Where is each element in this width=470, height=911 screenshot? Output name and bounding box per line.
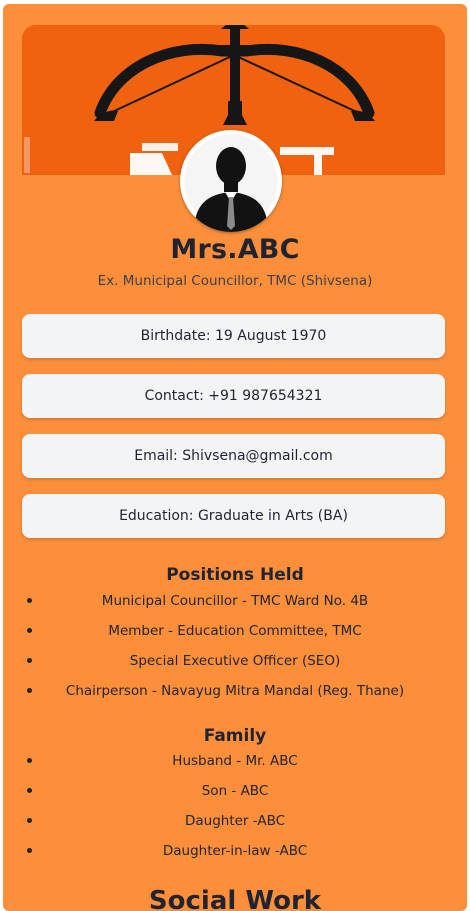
bullet-icon bbox=[27, 758, 32, 763]
bullet-icon bbox=[27, 598, 32, 603]
bullet-icon bbox=[27, 818, 32, 823]
list-item: Municipal Councillor - TMC Ward No. 4B bbox=[3, 591, 467, 621]
list-item: Husband - Mr. ABC bbox=[3, 751, 467, 781]
bullet-icon bbox=[27, 658, 32, 663]
bullet-icon bbox=[27, 628, 32, 633]
list-item: Special Executive Officer (SEO) bbox=[3, 651, 467, 681]
bullet-icon bbox=[27, 848, 32, 853]
profile-name: Mrs.ABC bbox=[170, 234, 300, 265]
family-heading: Family bbox=[203, 726, 267, 746]
list-item-label: Husband - Mr. ABC bbox=[172, 753, 298, 769]
bullet-icon bbox=[27, 688, 32, 693]
positions-heading: Positions Held bbox=[166, 565, 304, 585]
contact-card[interactable]: Contact: +91 987654321 bbox=[22, 374, 445, 418]
profile-card: Mrs.ABC Ex. Municipal Councillor, TMC (S… bbox=[3, 4, 467, 911]
bullet-icon bbox=[27, 788, 32, 793]
email-card[interactable]: Email: Shivsena@gmail.com bbox=[22, 434, 445, 478]
list-item-label: Chairperson - Navayug Mitra Mandal (Reg.… bbox=[65, 683, 405, 699]
list-item-label: Daughter-in-law -ABC bbox=[162, 843, 308, 859]
user-silhouette-icon bbox=[181, 131, 281, 232]
list-item-label: Special Executive Officer (SEO) bbox=[129, 653, 341, 669]
list-item-label: Son - ABC bbox=[201, 783, 269, 799]
profile-avatar bbox=[180, 130, 282, 232]
education-card: Education: Graduate in Arts (BA) bbox=[22, 494, 445, 538]
list-item: Member - Education Committee, TMC bbox=[3, 621, 467, 651]
list-item: Chairperson - Navayug Mitra Mandal (Reg.… bbox=[3, 681, 467, 711]
list-item: Daughter-in-law -ABC bbox=[3, 841, 467, 871]
family-list: Husband - Mr. ABC Son - ABC Daughter -AB… bbox=[3, 751, 467, 871]
list-item: Son - ABC bbox=[3, 781, 467, 811]
list-item-label: Daughter -ABC bbox=[184, 813, 286, 829]
list-item-label: Member - Education Committee, TMC bbox=[108, 623, 362, 639]
list-item-label: Municipal Councillor - TMC Ward No. 4B bbox=[101, 593, 369, 609]
profile-title: Ex. Municipal Councillor, TMC (Shivsena) bbox=[97, 273, 373, 289]
list-item: Daughter -ABC bbox=[3, 811, 467, 841]
positions-list: Municipal Councillor - TMC Ward No. 4B M… bbox=[3, 591, 467, 711]
birthdate-card: Birthdate: 19 August 1970 bbox=[22, 314, 445, 358]
social-work-heading: Social Work bbox=[148, 886, 322, 911]
